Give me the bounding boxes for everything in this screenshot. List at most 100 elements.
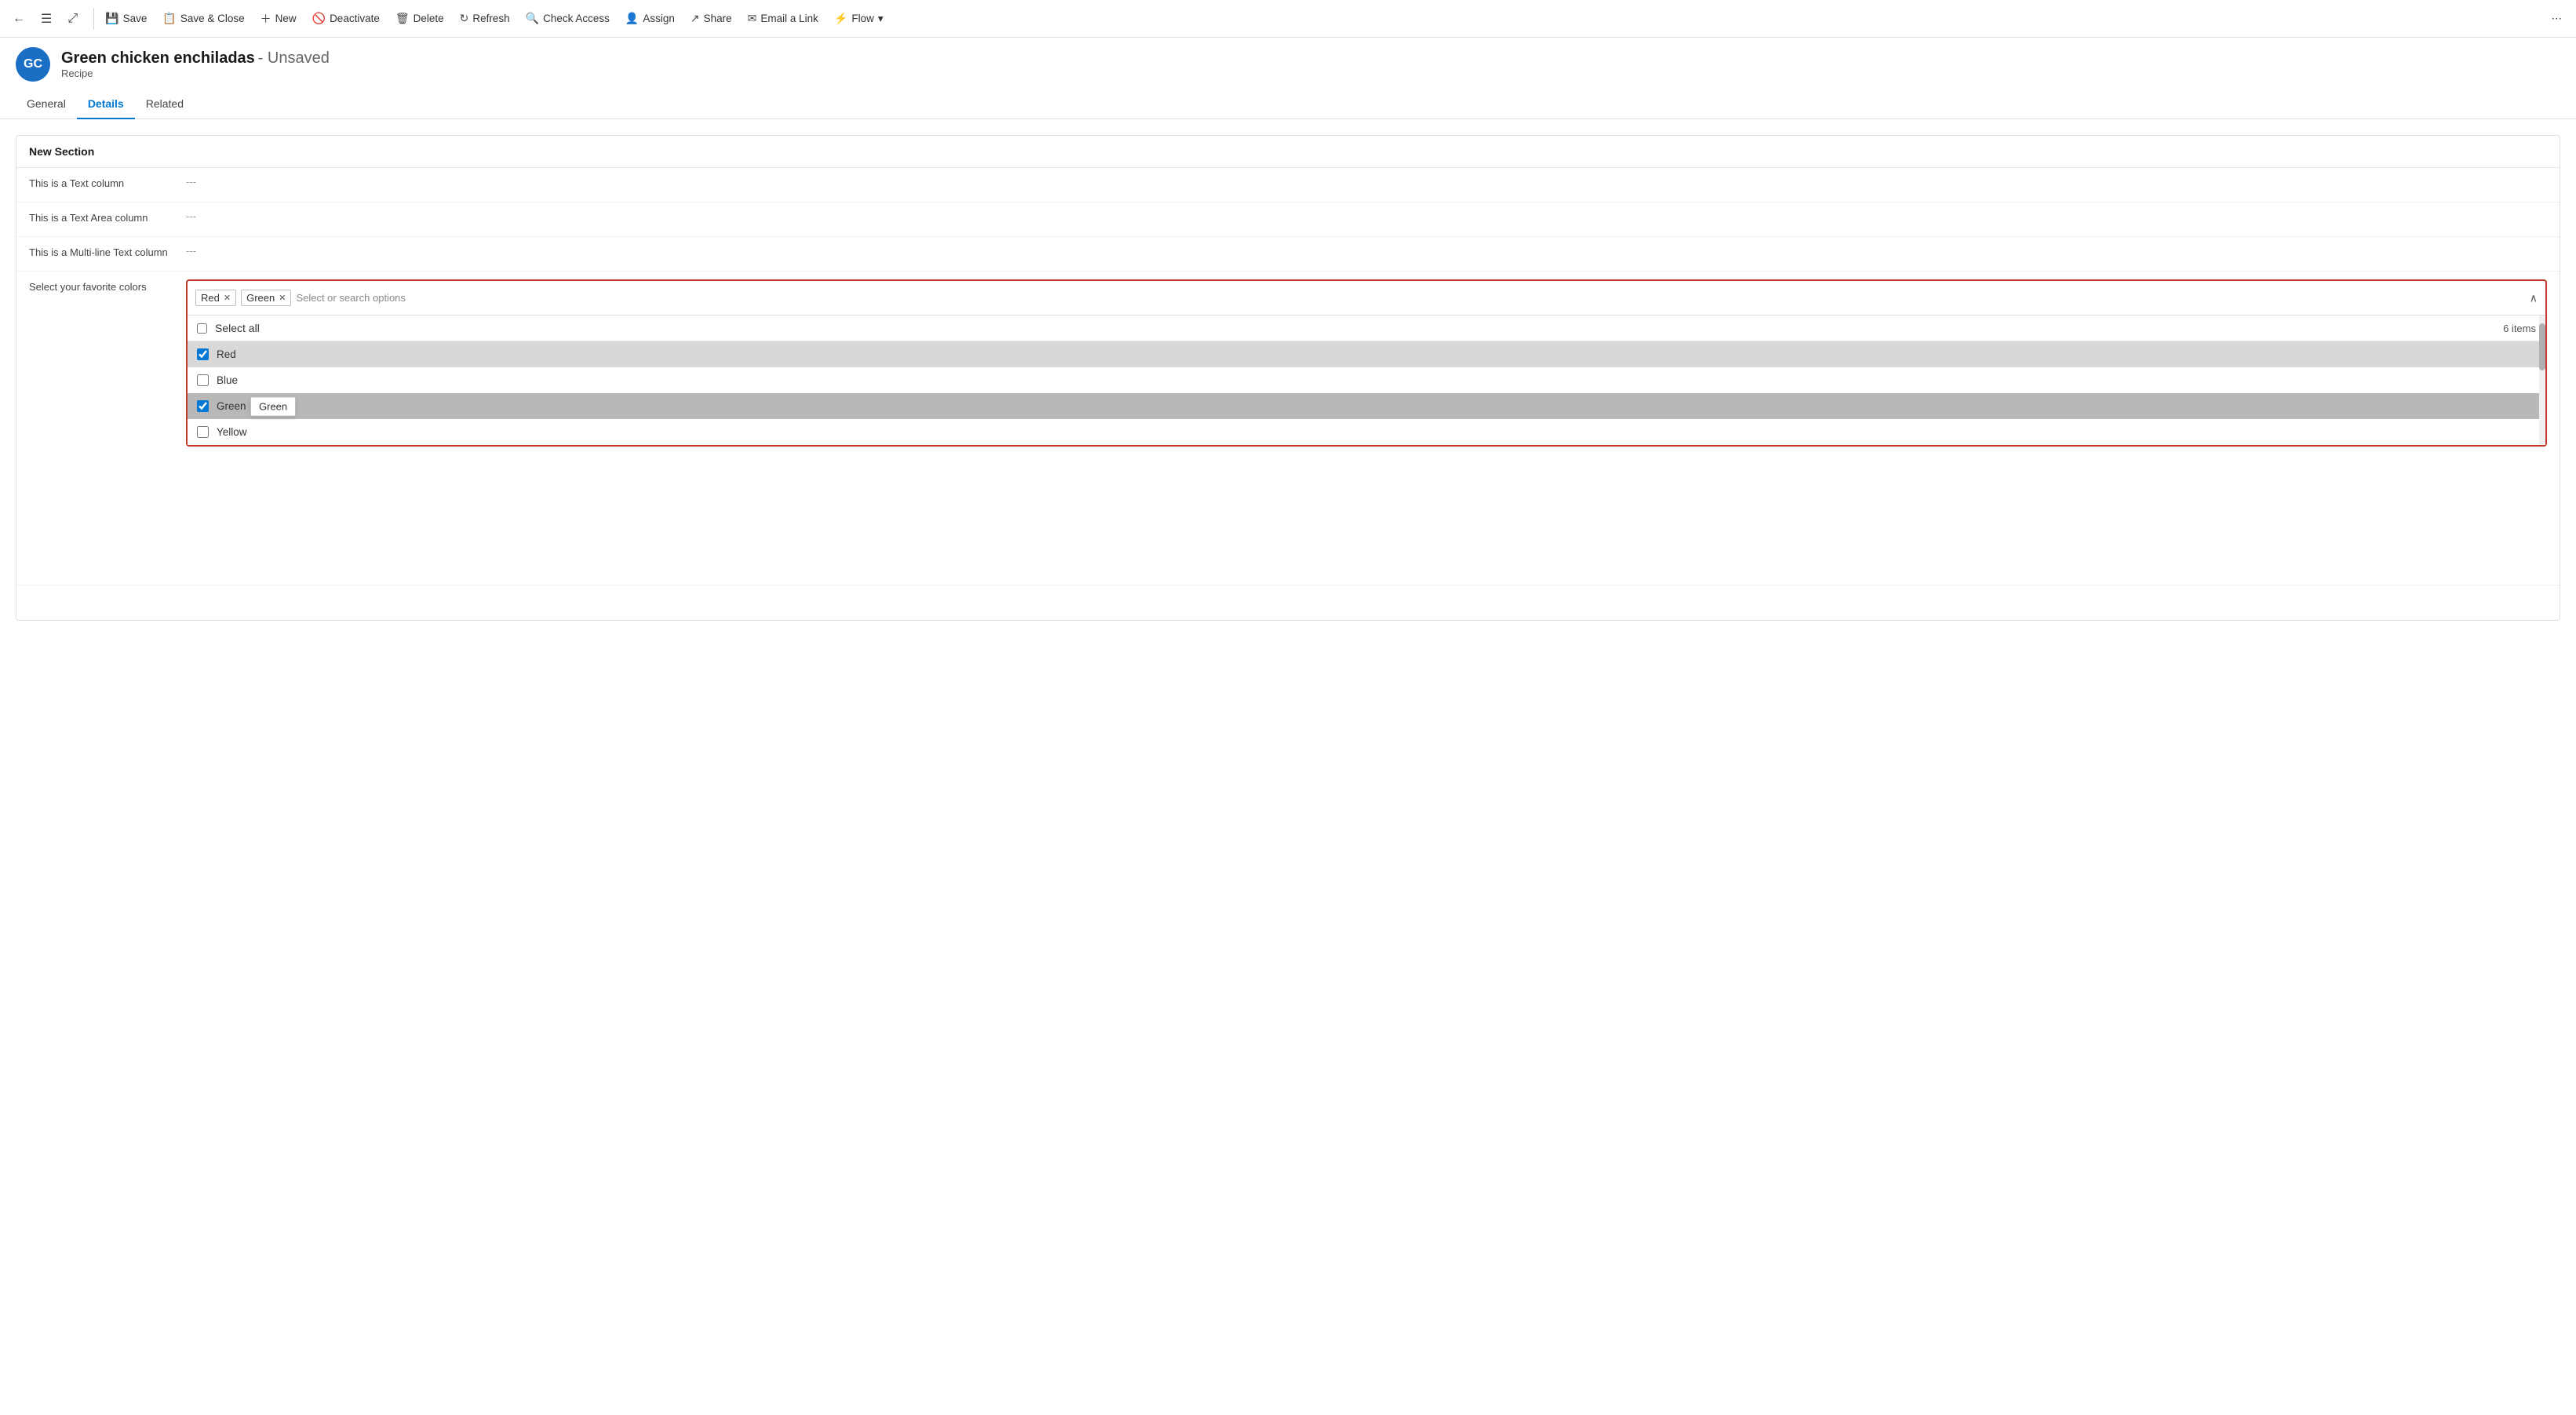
- back-icon: ←: [13, 12, 25, 26]
- assign-button[interactable]: 👤 Assign: [618, 7, 683, 30]
- text-area-column-value: ---: [186, 210, 196, 222]
- flow-icon: ⚡: [834, 12, 847, 25]
- toolbar-divider: [93, 8, 94, 30]
- option-blue[interactable]: Blue: [188, 367, 2545, 393]
- section-card: New Section This is a Text column --- Th…: [16, 135, 2560, 621]
- email-link-label: Email a Link: [760, 13, 818, 24]
- record-title-line: Green chicken enchiladas - Unsaved: [61, 49, 330, 67]
- deactivate-icon: 🚫: [312, 12, 326, 25]
- tag-red: Red ✕: [195, 290, 236, 306]
- colors-field-label: Select your favorite colors: [29, 279, 186, 293]
- scrollbar-thumb[interactable]: [2539, 323, 2545, 370]
- record-title: Green chicken enchiladas: [61, 49, 255, 67]
- section-title: New Section: [16, 136, 2560, 168]
- share-icon: ↗: [690, 12, 700, 25]
- share-button[interactable]: ↗ Share: [683, 7, 740, 30]
- text-area-column-label: This is a Text Area column: [29, 210, 186, 224]
- save-icon: 💾: [105, 12, 118, 25]
- multiline-column-label: This is a Multi-line Text column: [29, 245, 186, 258]
- record-unsaved-label: - Unsaved: [258, 49, 330, 67]
- option-yellow[interactable]: Yellow: [188, 419, 2545, 445]
- option-green[interactable]: Green Green: [188, 393, 2545, 419]
- check-access-label: Check Access: [543, 13, 610, 24]
- scrollbar-track[interactable]: [2539, 315, 2545, 445]
- check-access-button[interactable]: 🔍 Check Access: [518, 7, 618, 30]
- refresh-button[interactable]: ↻ Refresh: [452, 7, 518, 30]
- text-area-column-row: This is a Text Area column ---: [16, 202, 2560, 237]
- save-close-icon: 📋: [162, 12, 176, 25]
- deactivate-button[interactable]: 🚫 Deactivate: [304, 7, 388, 30]
- green-tooltip: Green: [250, 396, 296, 416]
- option-green-label: Green: [217, 400, 246, 412]
- option-red-checkbox[interactable]: [197, 348, 209, 360]
- tag-red-label: Red: [201, 292, 220, 304]
- text-column-label: This is a Text column: [29, 176, 186, 189]
- email-link-button[interactable]: ✉ Email a Link: [740, 7, 826, 30]
- record-header: GC Green chicken enchiladas - Unsaved Re…: [0, 38, 2576, 85]
- flow-chevron-icon: ▾: [878, 13, 884, 25]
- empty-row: [16, 585, 2560, 620]
- back-button[interactable]: ←: [6, 7, 31, 31]
- dropdown-top[interactable]: Red ✕ Green ✕ Select or search options ∧: [188, 281, 2545, 315]
- toolbar-nav: ← ☰ ⤢: [6, 6, 84, 31]
- save-close-button[interactable]: 📋 Save & Close: [155, 7, 252, 30]
- new-label: New: [275, 13, 297, 24]
- refresh-label: Refresh: [472, 13, 509, 24]
- new-icon: ＋: [261, 11, 271, 27]
- more-button[interactable]: ⋯: [2544, 8, 2571, 30]
- option-yellow-label: Yellow: [217, 426, 247, 438]
- delete-label: Delete: [414, 13, 444, 24]
- tag-red-close[interactable]: ✕: [224, 293, 231, 303]
- popout-button[interactable]: ⤢: [61, 7, 84, 31]
- toolbar: ← ☰ ⤢ 💾 Save 📋 Save & Close ＋ New 🚫 Deac…: [0, 0, 2576, 38]
- save-button[interactable]: 💾 Save: [97, 7, 155, 30]
- toolbar-actions: 💾 Save 📋 Save & Close ＋ New 🚫 Deactivate…: [97, 6, 2570, 31]
- tab-related[interactable]: Related: [135, 89, 195, 119]
- items-count: 6 items: [2503, 323, 2536, 334]
- select-all-row[interactable]: Select all: [197, 322, 260, 334]
- tab-details[interactable]: Details: [77, 89, 135, 119]
- delete-button[interactable]: 🗑 Delete: [388, 7, 452, 30]
- assign-label: Assign: [643, 13, 675, 24]
- text-column-row: This is a Text column ---: [16, 168, 2560, 202]
- colors-field-row: Select your favorite colors Red ✕ Green …: [16, 272, 2560, 585]
- save-close-label: Save & Close: [180, 13, 245, 24]
- deactivate-label: Deactivate: [330, 13, 380, 24]
- avatar: GC: [16, 47, 50, 82]
- select-all-checkbox[interactable]: [197, 323, 207, 334]
- dropdown-header-row: Select all 6 items: [188, 315, 2545, 341]
- more-icon: ⋯: [2552, 13, 2563, 25]
- tag-green-close[interactable]: ✕: [279, 293, 286, 303]
- record-type: Recipe: [61, 67, 330, 79]
- multiline-column-row: This is a Multi-line Text column ---: [16, 237, 2560, 272]
- form-view-button[interactable]: ☰: [35, 6, 58, 31]
- flow-button[interactable]: ⚡ Flow ▾: [826, 7, 891, 30]
- flow-label: Flow: [851, 13, 874, 24]
- select-all-label: Select all: [215, 322, 260, 334]
- tab-general[interactable]: General: [16, 89, 77, 119]
- refresh-icon: ↻: [460, 12, 469, 25]
- option-blue-checkbox[interactable]: [197, 374, 209, 386]
- colors-dropdown-wrapper: Red ✕ Green ✕ Select or search options ∧: [186, 279, 2547, 447]
- empty-label: [29, 593, 186, 595]
- option-red-label: Red: [217, 348, 236, 360]
- dropdown-chevron-icon[interactable]: ∧: [2530, 291, 2538, 305]
- popout-icon: ⤢: [67, 12, 78, 26]
- form-icon: ☰: [41, 11, 52, 27]
- new-button[interactable]: ＋ New: [253, 6, 304, 31]
- check-access-icon: 🔍: [526, 12, 539, 25]
- email-link-icon: ✉: [748, 12, 757, 25]
- text-column-value: ---: [186, 176, 196, 188]
- dropdown-list: Select all 6 items Red Blue: [188, 315, 2545, 445]
- main-content: New Section This is a Text column --- Th…: [0, 119, 2576, 636]
- option-yellow-checkbox[interactable]: [197, 426, 209, 438]
- dropdown-search-hint: Select or search options: [296, 292, 2538, 304]
- share-label: Share: [704, 13, 732, 24]
- tag-green-label: Green: [246, 292, 275, 304]
- assign-icon: 👤: [625, 12, 639, 25]
- option-red[interactable]: Red: [188, 341, 2545, 367]
- tag-green: Green ✕: [241, 290, 291, 306]
- delete-icon: 🗑: [395, 12, 410, 25]
- colors-dropdown-container: Red ✕ Green ✕ Select or search options ∧: [186, 279, 2547, 447]
- option-green-checkbox[interactable]: [197, 400, 209, 412]
